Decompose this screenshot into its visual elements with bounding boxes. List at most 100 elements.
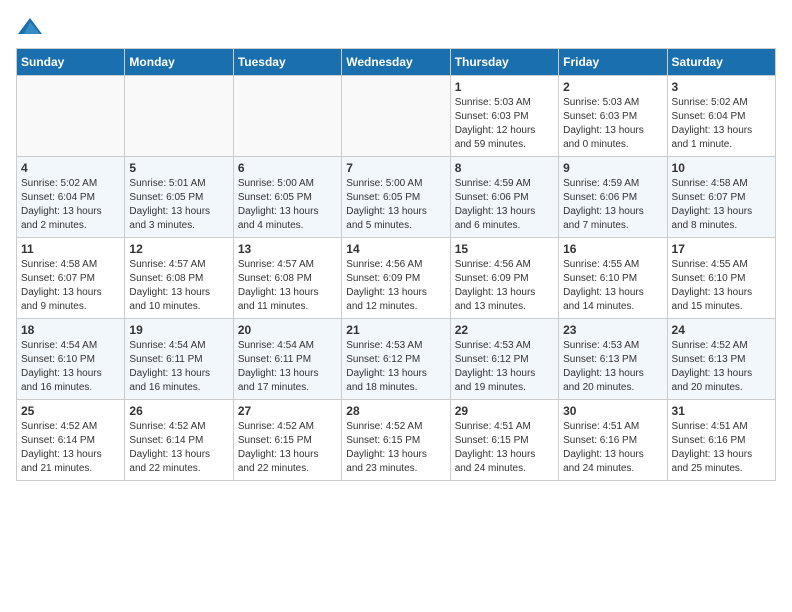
day-number: 1 <box>455 80 554 94</box>
day-number: 18 <box>21 323 120 337</box>
day-number: 12 <box>129 242 228 256</box>
day-number: 24 <box>672 323 771 337</box>
calendar-day-cell: 28 Sunrise: 4:52 AMSunset: 6:15 PMDayligh… <box>342 400 450 481</box>
day-info: Sunrise: 4:58 AMSunset: 6:07 PMDaylight:… <box>21 258 120 314</box>
day-info: Sunrise: 4:52 AMSunset: 6:14 PMDaylight:… <box>21 420 120 476</box>
day-info: Sunrise: 4:57 AMSunset: 6:08 PMDaylight:… <box>129 258 228 314</box>
day-info: Sunrise: 4:52 AMSunset: 6:15 PMDaylight:… <box>238 420 337 476</box>
day-info: Sunrise: 4:55 AMSunset: 6:10 PMDaylight:… <box>672 258 771 314</box>
calendar-day-cell: 13 Sunrise: 4:57 AMSunset: 6:08 PMDayligh… <box>233 238 341 319</box>
calendar-day-cell: 14 Sunrise: 4:56 AMSunset: 6:09 PMDayligh… <box>342 238 450 319</box>
calendar-day-cell: 17 Sunrise: 4:55 AMSunset: 6:10 PMDayligh… <box>667 238 775 319</box>
day-info: Sunrise: 4:57 AMSunset: 6:08 PMDaylight:… <box>238 258 337 314</box>
calendar-day-cell: 9Sunrise: 4:59 AMSunset: 6:06 PMDaylight… <box>559 157 667 238</box>
calendar-day-cell: 7 Sunrise: 5:00 AMSunset: 6:05 PMDaylight… <box>342 157 450 238</box>
calendar-day-cell <box>342 76 450 157</box>
calendar-day-cell: 8 Sunrise: 4:59 AMSunset: 6:06 PMDaylight… <box>450 157 558 238</box>
calendar-day-cell: 22 Sunrise: 4:53 AMSunset: 6:12 PMDayligh… <box>450 319 558 400</box>
day-number: 31 <box>672 404 771 418</box>
calendar-week-row: 25 Sunrise: 4:52 AMSunset: 6:14 PMDayligh… <box>17 400 776 481</box>
calendar-day-cell: 24Sunrise: 4:52 AMSunset: 6:13 PMDayligh… <box>667 319 775 400</box>
day-number: 17 <box>672 242 771 256</box>
calendar-day-cell: 5Sunrise: 5:01 AMSunset: 6:05 PMDaylight… <box>125 157 233 238</box>
day-info: Sunrise: 4:59 AMSunset: 6:06 PMDaylight:… <box>455 177 554 233</box>
calendar-day-cell: 10 Sunrise: 4:58 AMSunset: 6:07 PMDayligh… <box>667 157 775 238</box>
day-number: 19 <box>129 323 228 337</box>
day-info: Sunrise: 5:03 AMSunset: 6:03 PMDaylight:… <box>455 96 554 152</box>
calendar-table: SundayMondayTuesdayWednesdayThursdayFrid… <box>16 48 776 481</box>
calendar-day-cell: 25 Sunrise: 4:52 AMSunset: 6:14 PMDayligh… <box>17 400 125 481</box>
day-info: Sunrise: 5:02 AMSunset: 6:04 PMDaylight:… <box>672 96 771 152</box>
day-info: Sunrise: 5:02 AMSunset: 6:04 PMDaylight:… <box>21 177 120 233</box>
calendar-day-cell: 29 Sunrise: 4:51 AMSunset: 6:15 PMDayligh… <box>450 400 558 481</box>
calendar-day-cell: 16Sunrise: 4:55 AMSunset: 6:10 PMDayligh… <box>559 238 667 319</box>
calendar-day-cell: 27 Sunrise: 4:52 AMSunset: 6:15 PMDayligh… <box>233 400 341 481</box>
logo <box>16 16 48 38</box>
day-info: Sunrise: 4:56 AMSunset: 6:09 PMDaylight:… <box>346 258 445 314</box>
day-info: Sunrise: 4:51 AMSunset: 6:16 PMDaylight:… <box>672 420 771 476</box>
calendar-day-cell <box>233 76 341 157</box>
day-number: 8 <box>455 161 554 175</box>
day-number: 29 <box>455 404 554 418</box>
day-number: 21 <box>346 323 445 337</box>
calendar-day-cell: 31 Sunrise: 4:51 AMSunset: 6:16 PMDayligh… <box>667 400 775 481</box>
calendar-day-cell <box>17 76 125 157</box>
page-header <box>16 16 776 38</box>
calendar-week-row: 1 Sunrise: 5:03 AMSunset: 6:03 PMDaylight… <box>17 76 776 157</box>
day-info: Sunrise: 5:00 AMSunset: 6:05 PMDaylight:… <box>238 177 337 233</box>
day-number: 11 <box>21 242 120 256</box>
day-info: Sunrise: 4:56 AMSunset: 6:09 PMDaylight:… <box>455 258 554 314</box>
day-info: Sunrise: 4:54 AMSunset: 6:11 PMDaylight:… <box>129 339 228 395</box>
calendar-week-row: 18 Sunrise: 4:54 AMSunset: 6:10 PMDayligh… <box>17 319 776 400</box>
day-number: 10 <box>672 161 771 175</box>
day-of-week-header: Tuesday <box>233 49 341 76</box>
day-info: Sunrise: 5:03 AMSunset: 6:03 PMDaylight:… <box>563 96 662 152</box>
day-number: 9 <box>563 161 662 175</box>
day-info: Sunrise: 4:51 AMSunset: 6:16 PMDaylight:… <box>563 420 662 476</box>
day-number: 28 <box>346 404 445 418</box>
calendar-day-cell: 18 Sunrise: 4:54 AMSunset: 6:10 PMDayligh… <box>17 319 125 400</box>
day-number: 26 <box>129 404 228 418</box>
day-number: 2 <box>563 80 662 94</box>
day-number: 30 <box>563 404 662 418</box>
day-number: 14 <box>346 242 445 256</box>
day-number: 23 <box>563 323 662 337</box>
day-number: 25 <box>21 404 120 418</box>
day-info: Sunrise: 4:53 AMSunset: 6:12 PMDaylight:… <box>455 339 554 395</box>
day-number: 22 <box>455 323 554 337</box>
day-info: Sunrise: 5:00 AMSunset: 6:05 PMDaylight:… <box>346 177 445 233</box>
calendar-day-cell: 6 Sunrise: 5:00 AMSunset: 6:05 PMDaylight… <box>233 157 341 238</box>
calendar-day-cell: 19 Sunrise: 4:54 AMSunset: 6:11 PMDayligh… <box>125 319 233 400</box>
calendar-day-cell: 30 Sunrise: 4:51 AMSunset: 6:16 PMDayligh… <box>559 400 667 481</box>
day-number: 13 <box>238 242 337 256</box>
day-of-week-header: Monday <box>125 49 233 76</box>
day-number: 27 <box>238 404 337 418</box>
day-of-week-header: Wednesday <box>342 49 450 76</box>
calendar-day-cell: 11 Sunrise: 4:58 AMSunset: 6:07 PMDayligh… <box>17 238 125 319</box>
calendar-day-cell: 23 Sunrise: 4:53 AMSunset: 6:13 PMDayligh… <box>559 319 667 400</box>
calendar-day-cell: 26Sunrise: 4:52 AMSunset: 6:14 PMDayligh… <box>125 400 233 481</box>
calendar-day-cell: 2 Sunrise: 5:03 AMSunset: 6:03 PMDaylight… <box>559 76 667 157</box>
day-info: Sunrise: 4:53 AMSunset: 6:13 PMDaylight:… <box>563 339 662 395</box>
day-info: Sunrise: 4:53 AMSunset: 6:12 PMDaylight:… <box>346 339 445 395</box>
day-number: 5 <box>129 161 228 175</box>
calendar-day-cell <box>125 76 233 157</box>
logo-icon <box>16 16 44 38</box>
day-number: 6 <box>238 161 337 175</box>
calendar-day-cell: 20 Sunrise: 4:54 AMSunset: 6:11 PMDayligh… <box>233 319 341 400</box>
day-info: Sunrise: 4:55 AMSunset: 6:10 PMDaylight:… <box>563 258 662 314</box>
calendar-day-cell: 12 Sunrise: 4:57 AMSunset: 6:08 PMDayligh… <box>125 238 233 319</box>
calendar-header-row: SundayMondayTuesdayWednesdayThursdayFrid… <box>17 49 776 76</box>
day-number: 20 <box>238 323 337 337</box>
day-number: 3 <box>672 80 771 94</box>
day-info: Sunrise: 4:52 AMSunset: 6:15 PMDaylight:… <box>346 420 445 476</box>
day-of-week-header: Sunday <box>17 49 125 76</box>
day-info: Sunrise: 4:58 AMSunset: 6:07 PMDaylight:… <box>672 177 771 233</box>
day-info: Sunrise: 4:51 AMSunset: 6:15 PMDaylight:… <box>455 420 554 476</box>
day-number: 7 <box>346 161 445 175</box>
day-number: 15 <box>455 242 554 256</box>
day-info: Sunrise: 4:54 AMSunset: 6:11 PMDaylight:… <box>238 339 337 395</box>
day-of-week-header: Thursday <box>450 49 558 76</box>
day-info: Sunrise: 4:54 AMSunset: 6:10 PMDaylight:… <box>21 339 120 395</box>
calendar-week-row: 4Sunrise: 5:02 AMSunset: 6:04 PMDaylight… <box>17 157 776 238</box>
